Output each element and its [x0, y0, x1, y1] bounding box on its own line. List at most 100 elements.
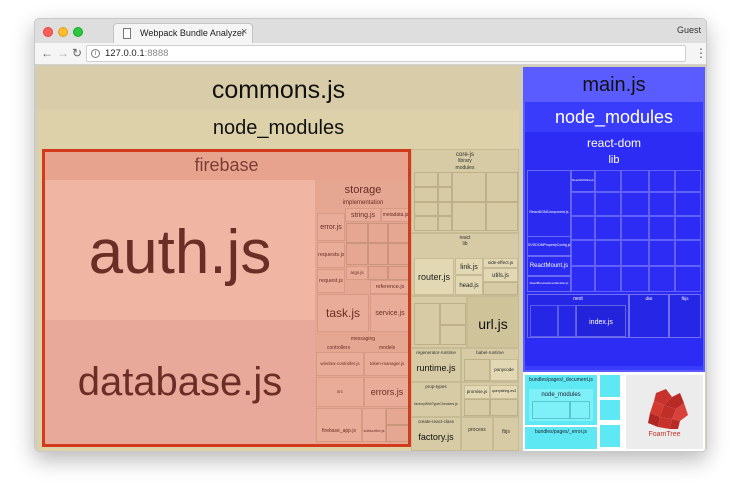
treemap-leaf-link[interactable]: link.js — [455, 258, 483, 275]
treemap-leaf[interactable] — [368, 266, 388, 280]
treemap-leaf-pages-small-1[interactable] — [600, 375, 620, 397]
treemap-group-fbjs[interactable]: fbjs — [493, 417, 519, 451]
treemap-leaf-index[interactable]: index.js — [576, 305, 626, 337]
treemap-leaf[interactable] — [595, 240, 621, 266]
treemap-leaf[interactable] — [346, 223, 368, 243]
treemap-leaf[interactable] — [386, 425, 408, 442]
treemap-leaf[interactable] — [438, 216, 452, 231]
treemap-leaf[interactable] — [346, 243, 368, 265]
treemap-leaf-reference[interactable]: reference.js — [370, 280, 408, 294]
treemap-group-dist[interactable]: dist — [629, 294, 669, 338]
treemap-leaf-pages-small-3[interactable] — [600, 425, 620, 447]
treemap-leaf-url[interactable]: url.js — [467, 296, 519, 348]
treemap-leaf[interactable] — [388, 223, 408, 243]
treemap-leaf-metadata[interactable]: metadata.js — [381, 208, 408, 222]
treemap-leaf[interactable] — [571, 266, 595, 292]
treemap-group-babel-runtime[interactable]: babel-runtime punycode — [461, 348, 519, 382]
treemap-leaf-service[interactable]: service.js — [370, 294, 408, 332]
treemap-group-core-js[interactable]: core-js library modules — [411, 149, 519, 233]
treemap-leaf[interactable] — [388, 266, 408, 280]
treemap-leaf[interactable] — [649, 216, 675, 240]
treemap-leaf[interactable] — [675, 216, 701, 240]
back-arrow-icon[interactable]: ← — [41, 46, 53, 60]
treemap-leaf-string[interactable]: string.js — [345, 208, 381, 222]
treemap-leaf[interactable] — [595, 170, 621, 192]
treemap-leaf-database[interactable]: database.js — [45, 320, 315, 444]
treemap-group-next[interactable]: next index.js — [527, 294, 629, 338]
treemap-leaf[interactable] — [675, 266, 701, 292]
treemap-leaf[interactable] — [486, 172, 518, 202]
treemap-leaf[interactable] — [532, 401, 570, 419]
treemap-leaf[interactable] — [621, 192, 649, 216]
tab-webpack-bundle-analyzer[interactable]: Webpack Bundle Analyzer × — [113, 23, 253, 44]
treemap-group-prop-types[interactable]: prop-types factoryWithTypeCheckers.js — [411, 382, 461, 417]
treemap-group-process[interactable]: process — [461, 417, 493, 451]
treemap-leaf-punycode[interactable]: punycode — [490, 359, 518, 381]
treemap-leaf[interactable] — [621, 266, 649, 292]
treemap-leaf[interactable] — [595, 192, 621, 216]
treemap-group-main-fbjs[interactable]: fbjs — [669, 294, 701, 338]
treemap-leaf-token-manager[interactable]: token-manager.js — [364, 352, 408, 376]
address-bar[interactable]: i 127.0.0.1:8888 — [86, 45, 686, 62]
treemap-leaf[interactable] — [571, 216, 595, 240]
close-icon[interactable]: × — [241, 26, 247, 38]
treemap-leaf-request[interactable]: request.js — [317, 269, 345, 293]
treemap-leaf[interactable] — [388, 243, 408, 265]
treemap-leaf-auth[interactable]: auth.js — [45, 180, 315, 320]
treemap-leaf-requests[interactable]: requests.js — [317, 242, 345, 268]
treemap-leaf[interactable] — [595, 216, 621, 240]
treemap-leaf[interactable] — [438, 202, 452, 216]
treemap-leaf-args[interactable]: args.js — [346, 266, 368, 280]
treemap-group-regenerator-runtime[interactable]: regenerator-runtime runtime.js — [411, 348, 461, 382]
treemap-leaf[interactable] — [649, 170, 675, 192]
treemap-leaf-errors[interactable]: errors.js — [364, 377, 408, 407]
treemap-group-react-dom[interactable]: react-dom lib ReactDOMComponent.js React… — [525, 132, 703, 366]
treemap-leaf[interactable] — [621, 170, 649, 192]
treemap-group-commons[interactable]: commons.js node_modules firebase auth.js… — [38, 67, 519, 451]
treemap-leaf[interactable] — [452, 172, 486, 202]
treemap-leaf-firebase-app[interactable]: firebase_app.js — [316, 408, 362, 442]
treemap-leaf[interactable] — [675, 240, 701, 266]
treemap-leaf[interactable] — [649, 192, 675, 216]
treemap-leaf[interactable] — [368, 243, 388, 265]
treemap-leaf[interactable] — [464, 399, 490, 416]
treemap-leaf[interactable] — [486, 202, 518, 231]
treemap-leaf[interactable] — [649, 266, 675, 292]
treemap-leaf-side-effect[interactable]: side-effect.js — [483, 258, 518, 268]
treemap-group-firebase[interactable]: firebase auth.js database.js storage imp… — [42, 149, 411, 447]
treemap-leaf[interactable] — [414, 216, 438, 231]
treemap-leaf[interactable] — [440, 325, 466, 345]
treemap-group-document-node-modules[interactable]: node_modules — [529, 389, 593, 421]
treemap-leaf[interactable] — [530, 305, 558, 337]
treemap-group-promise[interactable]: promise.js querystring-es3 — [461, 382, 519, 417]
treemap-group-document[interactable]: bundles/pages/_document.js node_modules — [525, 375, 597, 425]
treemap-group-react-misc[interactable] — [411, 296, 467, 348]
treemap-leaf[interactable] — [414, 172, 438, 187]
treemap-leaf-pages-small-2[interactable] — [600, 400, 620, 420]
treemap-leaf-querystring[interactable]: querystring-es3 — [490, 385, 518, 399]
treemap-leaf[interactable] — [621, 240, 649, 266]
treemap-group-error[interactable]: bundles/pages/_error.js — [525, 427, 597, 449]
treemap-leaf[interactable] — [675, 170, 701, 192]
treemap-group-main-node-modules[interactable]: node_modules react-dom lib ReactDOMCompo… — [525, 102, 703, 370]
treemap-leaf[interactable] — [414, 303, 440, 345]
treemap-leaf[interactable] — [675, 192, 701, 216]
treemap-group-main[interactable]: main.js node_modules react-dom lib React… — [523, 67, 705, 372]
treemap-leaf-router[interactable]: router.js — [414, 258, 454, 295]
treemap-leaf[interactable] — [570, 401, 590, 419]
treemap-leaf[interactable] — [438, 187, 452, 202]
treemap-group-pages[interactable]: bundles/pages/_document.js node_modules … — [523, 372, 705, 451]
treemap-leaf-subscribe[interactable]: subscribe.js — [362, 408, 386, 442]
zoom-window-icon[interactable] — [73, 27, 83, 37]
info-icon[interactable]: i — [91, 49, 100, 58]
treemap-leaf[interactable] — [452, 202, 486, 231]
treemap-leaf-src[interactable]: src — [316, 377, 364, 407]
forward-arrow-icon[interactable]: → — [57, 46, 69, 60]
treemap-group-create-react-class[interactable]: create-react-class factory.js — [411, 417, 461, 451]
treemap-leaf-dom-property-config[interactable]: SVGDOMPropertyConfig.js — [527, 236, 571, 256]
treemap-leaf[interactable] — [571, 240, 595, 266]
treemap-leaf-error[interactable]: error.js — [317, 213, 345, 241]
profile-label[interactable]: Guest — [677, 25, 701, 35]
treemap-leaf[interactable] — [558, 305, 576, 337]
close-window-icon[interactable] — [43, 27, 53, 37]
